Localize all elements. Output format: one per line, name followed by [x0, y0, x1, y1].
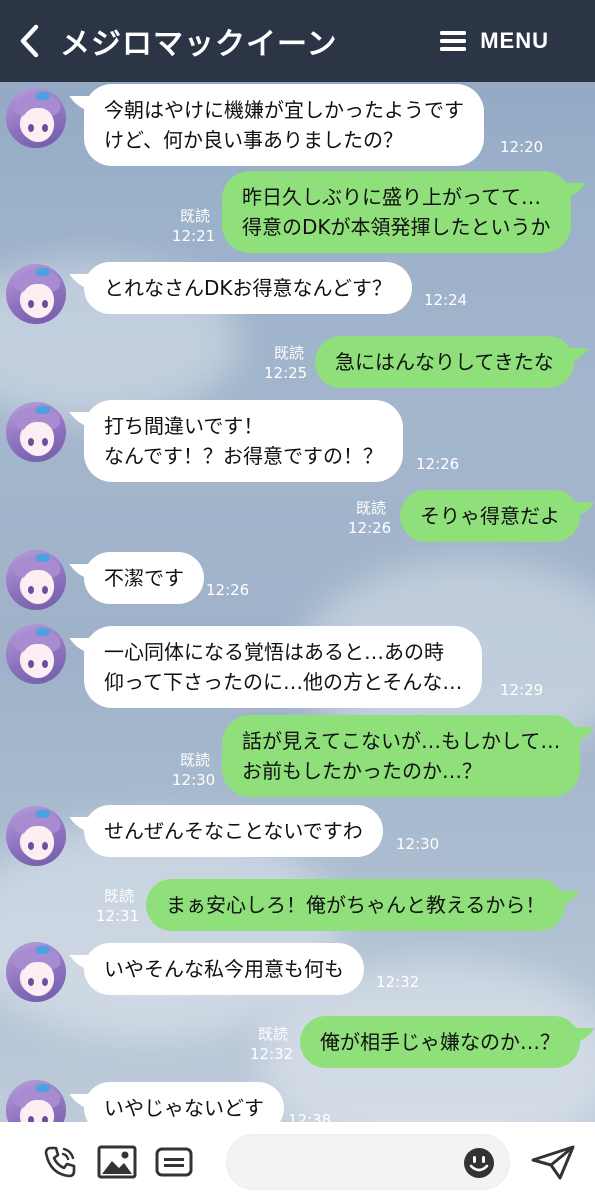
- template-button[interactable]: [152, 1140, 196, 1184]
- avatar[interactable]: [6, 264, 66, 324]
- message-text: お前もしたかったのか…？: [242, 759, 482, 783]
- message-time: 12:38: [288, 1111, 332, 1122]
- message-time: 12:31: [96, 907, 140, 925]
- message-time: 12:32: [250, 1045, 294, 1063]
- avatar[interactable]: [6, 402, 66, 462]
- paper-plane-icon: [531, 1145, 575, 1180]
- message-time: 12:26: [206, 581, 250, 599]
- message-bubble-incoming[interactable]: いやそんな私今用意も何も: [84, 943, 364, 995]
- image-icon: [97, 1145, 137, 1179]
- back-button[interactable]: [0, 0, 60, 82]
- read-receipt: 既読: [180, 207, 211, 225]
- message-text: 急にはんなりしてきたな: [335, 350, 554, 374]
- message-bubble-incoming[interactable]: せんぜんそなことないですわ: [84, 805, 383, 857]
- message-text: 俺が相手じゃ嫌なのか…？: [320, 1030, 560, 1054]
- avatar[interactable]: [6, 1080, 66, 1122]
- message-time: 12:26: [348, 519, 392, 537]
- menu-button[interactable]: MENU: [440, 28, 549, 54]
- read-receipt: 既読: [356, 499, 387, 517]
- message-bubble-incoming[interactable]: いやじゃないどす: [84, 1082, 284, 1122]
- avatar[interactable]: [6, 550, 66, 610]
- message-text: いやそんな私今用意も何も: [104, 957, 344, 981]
- message-list[interactable]: 今朝はやけに機嫌が宜しかったようです けど、何か良い事ありましたの？ 12:20…: [0, 82, 595, 1122]
- message-bubble-incoming[interactable]: 打ち間違いです！ なんです！？お得意ですの！？: [84, 400, 403, 482]
- message-text: なんです！？お得意ですの！？: [104, 444, 383, 468]
- message-bubble-outgoing[interactable]: 急にはんなりしてきたな: [315, 336, 574, 388]
- message-time: 12:20: [500, 138, 544, 156]
- message-text: 今朝はやけに機嫌が宜しかったようです: [104, 98, 464, 122]
- message-text: 不潔です: [104, 566, 184, 590]
- hamburger-icon: [440, 31, 467, 51]
- message-time: 12:32: [376, 973, 420, 991]
- message-time: 12:30: [172, 771, 216, 789]
- message-text: 得意のDKが本領発揮したというか: [242, 215, 551, 239]
- message-text: 打ち間違いです！: [104, 414, 264, 438]
- message-text: とれなさんDKお得意なんどす？: [104, 276, 392, 300]
- message-bubble-incoming[interactable]: 今朝はやけに機嫌が宜しかったようです けど、何か良い事ありましたの？: [84, 84, 484, 166]
- message-text: そりゃ得意だよ: [420, 504, 560, 528]
- chat-header: メジロマックイーン MENU: [0, 0, 595, 82]
- card-icon: [155, 1147, 193, 1177]
- read-receipt: 既読: [104, 887, 135, 905]
- avatar[interactable]: [6, 942, 66, 1002]
- message-text: 一心同体になる覚悟はあると…あの時: [104, 640, 444, 664]
- image-button[interactable]: [94, 1140, 140, 1184]
- menu-label: MENU: [480, 28, 549, 53]
- emoji-button[interactable]: [462, 1146, 496, 1180]
- message-bubble-incoming[interactable]: 一心同体になる覚悟はあると…あの時 仰って下さったのに…他の方とそんな…: [84, 626, 483, 708]
- message-bubble-outgoing[interactable]: 俺が相手じゃ嫌なのか…？: [300, 1016, 580, 1068]
- smiley-icon: [464, 1148, 494, 1178]
- message-text: せんぜんそなことないですわ: [104, 819, 363, 843]
- message-bubble-incoming[interactable]: とれなさんDKお得意なんどす？: [84, 262, 412, 314]
- avatar[interactable]: [6, 624, 66, 684]
- call-button[interactable]: [38, 1140, 82, 1184]
- message-text: 昨日久しぶりに盛り上がってて…: [242, 185, 541, 209]
- message-time: 12:25: [264, 364, 308, 382]
- message-bubble-outgoing[interactable]: 話が見えてこないが…もしかして… お前もしたかったのか…？: [222, 715, 581, 797]
- message-text: 話が見えてこないが…もしかして…: [242, 729, 561, 753]
- message-time: 12:21: [172, 227, 216, 245]
- input-bar: [0, 1122, 595, 1200]
- message-time: 12:30: [396, 835, 440, 853]
- chevron-left-icon: [20, 24, 39, 58]
- avatar[interactable]: [6, 806, 66, 866]
- chat-title: メジロマックイーン: [60, 27, 338, 62]
- avatar[interactable]: [6, 88, 66, 148]
- message-text: いやじゃないどす: [104, 1096, 264, 1120]
- read-receipt: 既読: [258, 1025, 289, 1043]
- phone-icon: [44, 1146, 76, 1178]
- message-time: 12:26: [416, 455, 460, 473]
- message-bubble-outgoing[interactable]: 昨日久しぶりに盛り上がってて… 得意のDKが本領発揮したというか: [222, 171, 571, 253]
- message-text: 仰って下さったのに…他の方とそんな…: [104, 670, 463, 694]
- read-receipt: 既読: [180, 751, 211, 769]
- message-bubble-outgoing[interactable]: まぁ安心しろ！俺がちゃんと教えるから！: [146, 879, 566, 931]
- message-text: まぁ安心しろ！俺がちゃんと教えるから！: [166, 893, 546, 917]
- send-button[interactable]: [528, 1140, 578, 1184]
- message-time: 12:29: [500, 681, 544, 699]
- read-receipt: 既読: [274, 344, 305, 362]
- message-text: けど、何か良い事ありましたの？: [104, 128, 403, 152]
- message-bubble-incoming[interactable]: 不潔です: [84, 552, 204, 604]
- message-bubble-outgoing[interactable]: そりゃ得意だよ: [400, 490, 580, 542]
- message-time: 12:24: [424, 291, 468, 309]
